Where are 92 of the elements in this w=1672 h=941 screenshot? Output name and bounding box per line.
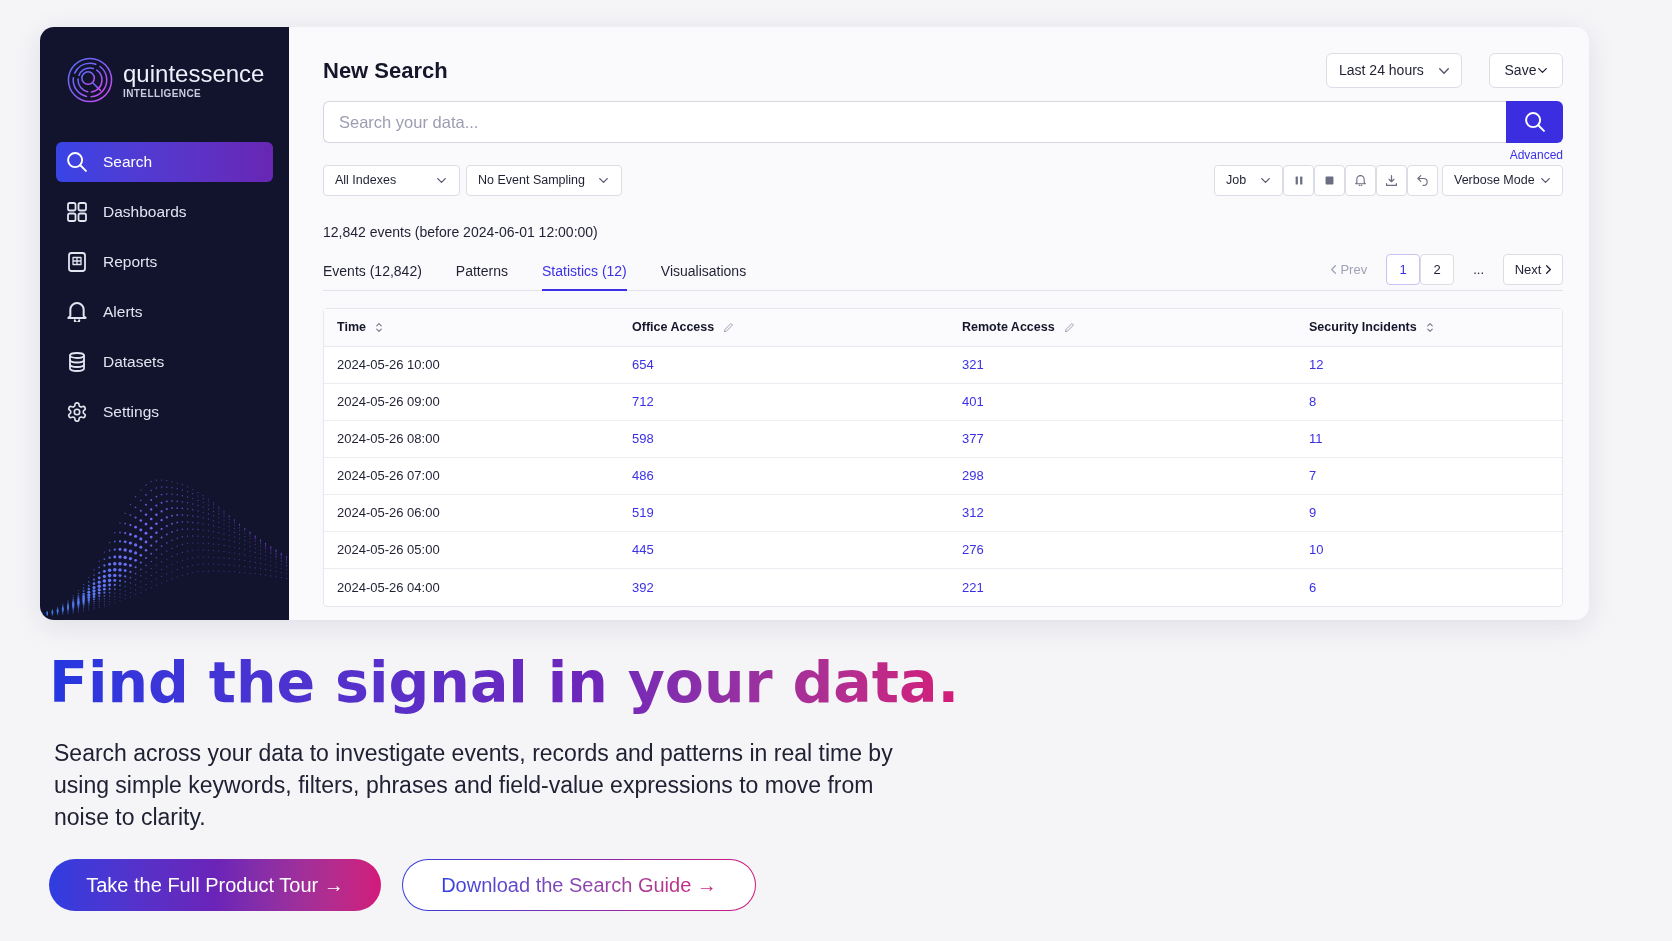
table-cell[interactable]: 445 xyxy=(619,532,949,568)
table-cell[interactable]: 392 xyxy=(619,569,949,606)
advanced-link[interactable]: Advanced xyxy=(1509,148,1563,163)
table-cell-text: 2024-05-26 09:00 xyxy=(336,393,441,412)
table-cell[interactable]: 377 xyxy=(949,421,1296,457)
table-cell[interactable]: 598 xyxy=(619,421,949,457)
table-cell[interactable]: 6 xyxy=(1296,569,1562,606)
table-cell-text: 2024-05-26 10:00 xyxy=(336,356,441,375)
chevron-down-icon xyxy=(437,178,446,183)
table-cell[interactable]: 712 xyxy=(619,384,949,420)
table-cell[interactable]: 12 xyxy=(1296,347,1562,383)
next-button[interactable]: Next xyxy=(1503,254,1563,285)
brand-tagline: INTELLIGENCE xyxy=(123,87,203,100)
column-header[interactable]: Remote Access xyxy=(962,318,1074,337)
table-cell[interactable]: 221 xyxy=(949,569,1296,606)
table-cell[interactable]: 519 xyxy=(619,495,949,531)
nav-item[interactable]: Search xyxy=(56,142,273,182)
guide-button[interactable]: Download the Search Guide → xyxy=(402,859,756,911)
pencil-icon xyxy=(724,323,734,332)
search-icon xyxy=(1524,112,1545,132)
table-cell[interactable]: 7 xyxy=(1296,458,1562,494)
time-range-dropdown[interactable]: Last 24 hours xyxy=(1326,53,1462,88)
nav-item[interactable]: Alerts xyxy=(56,292,273,332)
chevron-down-icon xyxy=(1439,67,1449,74)
logo-icon xyxy=(67,57,113,103)
table-cell[interactable]: 401 xyxy=(949,384,1296,420)
mode-dropdown[interactable]: Verbose Mode xyxy=(1442,165,1563,196)
table-cell[interactable]: 486 xyxy=(619,458,949,494)
sort-icon xyxy=(1426,323,1433,332)
table-cell[interactable]: 11 xyxy=(1296,421,1562,457)
chevron-down-icon xyxy=(1261,178,1270,183)
database-icon xyxy=(67,352,87,372)
column-header[interactable]: Time xyxy=(337,318,382,337)
search-field[interactable]: Search your data... xyxy=(323,101,1506,143)
bell-icon xyxy=(67,302,87,322)
filter-dropdown[interactable]: All Indexes xyxy=(323,165,460,196)
download-icon xyxy=(1386,175,1397,186)
table-cell[interactable]: 10 xyxy=(1296,532,1562,568)
pause-icon xyxy=(1294,176,1303,185)
column-header[interactable]: Office Access xyxy=(632,318,734,337)
nav-item[interactable]: Reports xyxy=(56,242,273,282)
table-cell-text: 2024-05-26 08:00 xyxy=(336,430,441,449)
event-count: 12,842 events (before 2024-06-01 12:00:00) xyxy=(323,223,598,241)
nav-item[interactable]: Settings xyxy=(56,392,273,432)
pagination-ellipsis: ... xyxy=(1473,260,1484,279)
grid-icon xyxy=(67,202,87,222)
stop-icon xyxy=(1325,176,1334,185)
table-cell-text: 2024-05-26 06:00 xyxy=(336,504,441,523)
job-dropdown[interactable]: Job xyxy=(1214,165,1283,196)
pencil-icon xyxy=(1064,323,1074,332)
stop-button[interactable] xyxy=(1314,165,1345,196)
page-button[interactable]: 2 xyxy=(1420,254,1455,285)
bell-icon xyxy=(1355,175,1366,186)
tab[interactable]: Events (12,842) xyxy=(323,254,422,291)
chevron-right-icon xyxy=(1546,265,1552,274)
document-icon xyxy=(67,252,87,272)
table-cell[interactable]: 298 xyxy=(949,458,1296,494)
table-cell-text: 2024-05-26 05:00 xyxy=(336,541,441,560)
sort-icon xyxy=(375,323,382,332)
tab[interactable]: Visualisations xyxy=(660,254,747,291)
table-cell[interactable]: 9 xyxy=(1296,495,1562,531)
page-button[interactable]: 1 xyxy=(1386,254,1421,285)
chevron-down-icon xyxy=(1541,178,1550,183)
settings-icon xyxy=(67,402,87,422)
nav-item[interactable]: Datasets xyxy=(56,342,273,382)
table-cell[interactable]: 276 xyxy=(949,532,1296,568)
table-cell[interactable]: 8 xyxy=(1296,384,1562,420)
bell-button[interactable] xyxy=(1345,165,1376,196)
search-button[interactable] xyxy=(1506,101,1563,143)
pause-button[interactable] xyxy=(1283,165,1314,196)
chevron-down-icon xyxy=(1538,68,1548,73)
tour-button[interactable]: Take the Full Product Tour → xyxy=(49,859,381,911)
filter-dropdown[interactable]: No Event Sampling xyxy=(466,165,622,196)
table-cell[interactable]: 654 xyxy=(619,347,949,383)
brand-name: quintessence xyxy=(123,60,265,87)
column-header[interactable]: Security Incidents xyxy=(1309,318,1433,337)
hero-description: Search across your data to investigate events, records and patterns in real time by using simple keywords, filters, phrases and field-value expressions to move from noise to clarity. xyxy=(54,739,894,832)
save-dropdown[interactable]: Save xyxy=(1489,53,1563,88)
tab[interactable]: Patterns xyxy=(455,254,508,291)
undo-button[interactable] xyxy=(1407,165,1438,196)
table-cell-text: 2024-05-26 04:00 xyxy=(336,578,441,597)
undo-icon xyxy=(1417,175,1428,186)
page-title: New Search xyxy=(323,57,448,85)
search-icon xyxy=(67,152,87,172)
nav-item[interactable]: Dashboards xyxy=(56,192,273,232)
chevron-left-icon xyxy=(1331,265,1337,274)
tab[interactable]: Statistics (12) xyxy=(542,254,627,291)
table-cell-text: 2024-05-26 07:00 xyxy=(336,467,441,486)
table-cell[interactable]: 321 xyxy=(949,347,1296,383)
table-cell[interactable]: 312 xyxy=(949,495,1296,531)
download-button[interactable] xyxy=(1376,165,1407,196)
chevron-down-icon xyxy=(599,178,608,183)
